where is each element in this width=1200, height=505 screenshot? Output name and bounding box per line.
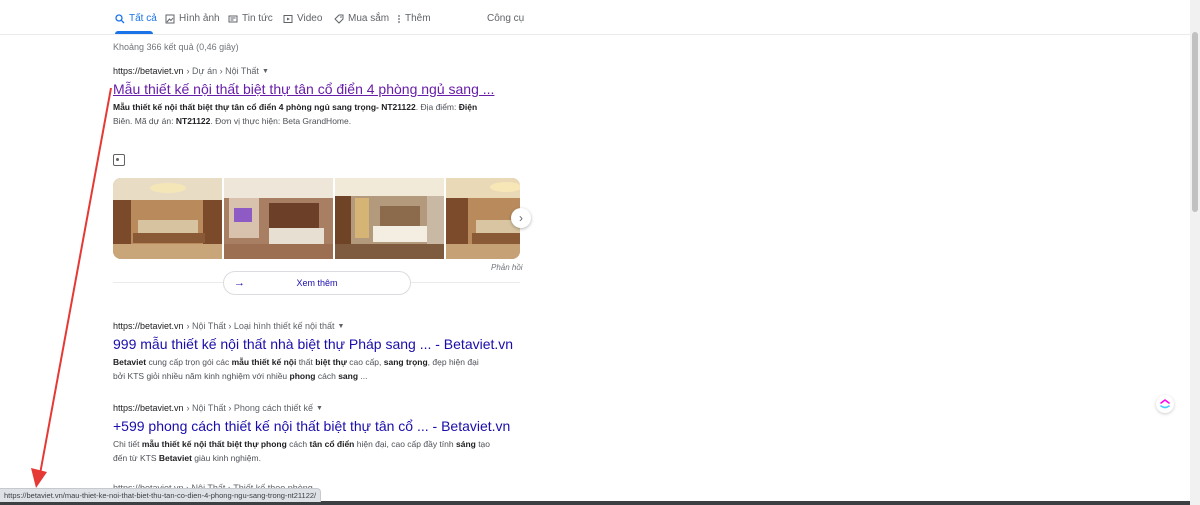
tab-news[interactable]: Tin tức	[228, 13, 273, 24]
link-status-bar: https://betaviet.vn/mau-thiet-ke-noi-tha…	[0, 488, 322, 502]
carousel-thumbnail[interactable]	[335, 178, 444, 259]
tab-label: Mua sắm	[348, 13, 390, 24]
chevron-right-icon: ›	[519, 211, 523, 225]
result-cite: https://betaviet.vn › Dự án › Nội Thất ▼	[113, 66, 493, 76]
video-icon	[283, 14, 293, 24]
tab-shopping[interactable]: Mua sắm	[334, 13, 389, 24]
view-more-label: Xem thêm	[296, 278, 338, 288]
carousel-thumbnail[interactable]	[224, 178, 333, 259]
image-icon	[165, 14, 175, 24]
result-title-link[interactable]: +599 phong cách thiết kế nội thất biệt t…	[113, 418, 510, 434]
result-snippet: Mẫu thiết kế nội thất biệt thự tân cổ đi…	[113, 102, 478, 126]
clickup-icon	[1160, 399, 1170, 409]
tab-label: Tin tức	[242, 13, 273, 24]
carousel-thumbnail[interactable]	[446, 178, 520, 259]
image-carousel	[113, 178, 520, 259]
result-cite: https://betaviet.vn › Nội Thất › Loại hì…	[113, 321, 493, 331]
image-icon	[113, 154, 125, 166]
carousel-thumbnail[interactable]	[113, 178, 222, 259]
result-path: › Nội Thất › Phong cách thiết kế	[186, 403, 313, 413]
news-icon	[228, 14, 238, 24]
tab-label: Video	[297, 13, 323, 24]
tag-icon	[334, 14, 344, 24]
result-title-link[interactable]: Mẫu thiết kế nội thất biệt thự tân cổ đi…	[113, 81, 494, 97]
tab-label: Tất cả	[129, 13, 157, 24]
search-tabs-bar: Tất cả Hình ảnh Tin tức Video Mua sắm Th…	[0, 0, 1190, 35]
tab-label: Thêm	[405, 13, 431, 24]
chevron-down-icon[interactable]: ▼	[337, 323, 344, 330]
result-site[interactable]: https://betaviet.vn	[113, 66, 184, 76]
result-path: › Nội Thất › Loại hình thiết kế nội thất	[186, 321, 335, 331]
active-tab-indicator	[115, 31, 153, 34]
tab-video[interactable]: Video	[283, 13, 322, 24]
feedback-link[interactable]: Phản hồi	[491, 263, 523, 272]
tab-label: Hình ảnh	[179, 13, 220, 24]
result-snippet: Chi tiết mẫu thiết kế nội thất biệt thự …	[113, 439, 491, 463]
extension-floating-icon[interactable]	[1156, 395, 1174, 413]
search-icon	[115, 13, 125, 24]
scrollbar[interactable]	[1190, 0, 1200, 505]
result-title-link[interactable]: 999 mẫu thiết kế nội thất nhà biệt thự P…	[113, 336, 513, 352]
result-site[interactable]: https://betaviet.vn	[113, 403, 184, 413]
carousel-next-button[interactable]: ›	[511, 208, 531, 228]
search-result: https://betaviet.vn › Dự án › Nội Thất ▼…	[113, 66, 494, 128]
tab-all[interactable]: Tất cả	[115, 13, 157, 24]
more-vert-icon	[397, 14, 401, 24]
tab-more[interactable]: Thêm	[397, 13, 431, 24]
search-result: https://betaviet.vn › Nội Thất › Phong c…	[113, 403, 510, 465]
tab-images[interactable]: Hình ảnh	[165, 13, 220, 24]
result-snippet: Betaviet cung cấp trọn gói các mẫu thiết…	[113, 357, 479, 381]
chevron-down-icon[interactable]: ▼	[262, 68, 269, 75]
result-site[interactable]: https://betaviet.vn	[113, 321, 184, 331]
search-result: https://betaviet.vn › Nội Thất › Loại hì…	[113, 321, 513, 383]
tools-button[interactable]: Công cụ	[487, 13, 524, 24]
result-path: › Dự án › Nội Thất	[186, 66, 259, 76]
view-more-button[interactable]: → Xem thêm	[223, 271, 411, 295]
result-stats: Khoảng 366 kết quả (0,46 giây)	[113, 42, 239, 52]
result-cite: https://betaviet.vn › Nội Thất › Phong c…	[113, 403, 493, 413]
chevron-down-icon[interactable]: ▼	[316, 405, 323, 412]
scrollbar-thumb[interactable]	[1192, 32, 1198, 212]
